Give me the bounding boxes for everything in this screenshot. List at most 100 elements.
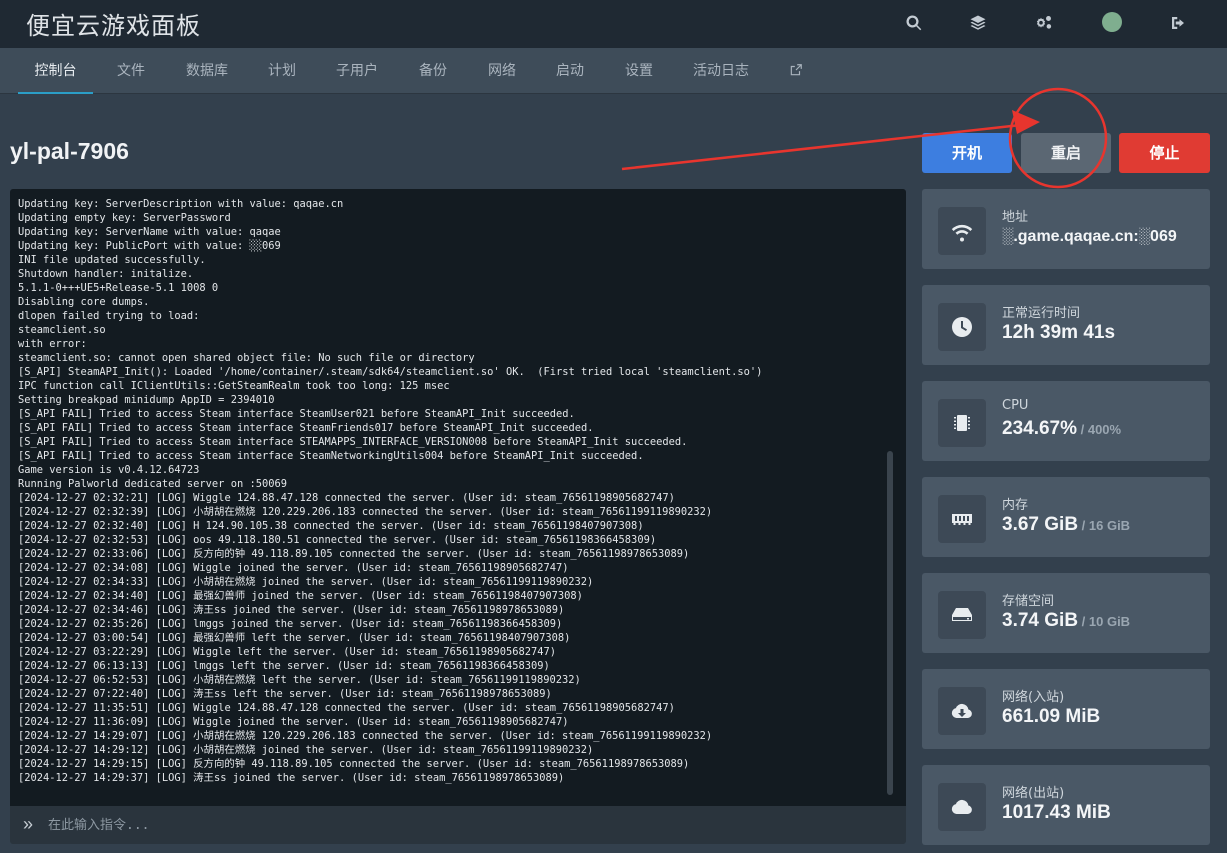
stat-value-limit: / 16 GiB — [1078, 518, 1131, 533]
console-line: Running Palworld dedicated server on :50… — [18, 478, 287, 490]
clock-icon — [938, 303, 986, 351]
console-line: Game version is v0.4.12.64723 — [18, 464, 200, 476]
console-line: dlopen failed trying to load: — [18, 310, 200, 322]
console-line: [S_API FAIL] Tried to access Steam inter… — [18, 408, 575, 420]
console-line: Shutdown handler: initalize. — [18, 268, 194, 280]
stat-label: 内存 — [1002, 498, 1029, 513]
console-line: INI file updated successfully. — [18, 254, 206, 266]
command-bar: » — [10, 806, 906, 844]
restart-button[interactable]: 重启 — [1021, 133, 1111, 173]
cloud-upload-icon — [938, 783, 986, 831]
wifi-icon — [938, 207, 986, 255]
console-line: [2024-12-27 02:34:40] [LOG] 最强幻兽师 joined… — [18, 590, 583, 602]
console-line: [2024-12-27 07:22:40] [LOG] 涛王ss left th… — [18, 688, 552, 700]
search-icon[interactable] — [901, 10, 927, 36]
console-line: [S_API FAIL] Tried to access Steam inter… — [18, 450, 644, 462]
console-log: Updating key: ServerDescription with val… — [18, 197, 878, 785]
console-line: with error: — [18, 338, 87, 350]
console-line: Setting breakpad minidump AppID = 239401… — [18, 394, 275, 406]
avatar[interactable] — [1102, 12, 1122, 32]
logout-icon[interactable] — [1165, 10, 1191, 36]
tab-network[interactable]: 网络 — [479, 48, 525, 94]
layers-icon[interactable] — [965, 10, 991, 36]
console-line: [2024-12-27 03:00:54] [LOG] 最强幻兽师 left t… — [18, 632, 571, 644]
stat-label: 网络(入站) — [1002, 690, 1065, 705]
annotation-arrow-head — [1012, 110, 1040, 134]
app-title[interactable]: 便宜云游戏面板 — [26, 6, 201, 41]
console-line: steamclient.so: cannot open shared objec… — [18, 352, 475, 364]
console-line: [S_API FAIL] Tried to access Steam inter… — [18, 436, 688, 448]
console-line: IPC function call IClientUtils::GetSteam… — [18, 380, 450, 392]
command-input[interactable] — [48, 814, 888, 836]
chevrons-right-icon: » — [23, 814, 34, 834]
stat-label: 正常运行时间 — [1002, 306, 1081, 321]
console-line: [S_API FAIL] Tried to access Steam inter… — [18, 422, 594, 434]
stat-value: 12h 39m 41s — [1002, 322, 1116, 343]
cogs-icon[interactable] — [1031, 10, 1057, 36]
stat-value-limit: / 400% — [1077, 422, 1122, 437]
console-line: Updating key: PublicPort with value: ░░0… — [18, 240, 281, 252]
external-link-icon[interactable] — [789, 63, 805, 79]
tab-backups[interactable]: 备份 — [410, 48, 456, 94]
server-tabs: 控制台 文件 数据库 计划 子用户 备份 网络 启动 设置 活动日志 — [0, 48, 1227, 94]
start-button[interactable]: 开机 — [922, 133, 1012, 173]
console-line: [2024-12-27 06:52:53] [LOG] 小胡胡在燃烧 left … — [18, 674, 581, 686]
console-line: [2024-12-27 11:36:09] [LOG] Wiggle joine… — [18, 716, 569, 728]
stat-value-main: 3.67 GiB — [1002, 514, 1079, 535]
cloud-download-icon — [938, 687, 986, 735]
tab-subusers[interactable]: 子用户 — [328, 48, 386, 94]
console-line: Disabling core dumps. — [18, 296, 150, 308]
server-name: yl-pal-7906 — [10, 138, 129, 164]
console-line: [2024-12-27 03:22:29] [LOG] Wiggle left … — [18, 646, 556, 658]
stat-card-cpu: CPU 234.67% / 400% — [922, 381, 1210, 461]
console-line: Updating key: ServerName with value: qaq… — [18, 226, 281, 238]
stat-card-network-in: 网络(入站) 661.09 MiB — [922, 669, 1210, 749]
tab-activity-log[interactable]: 活动日志 — [684, 48, 758, 94]
console-line: 5.1.1-0+++UE5+Release-5.1 1008 0 — [18, 282, 219, 294]
console-line: [2024-12-27 02:34:46] [LOG] 涛王ss joined … — [18, 604, 565, 616]
console-line: [2024-12-27 14:29:15] [LOG] 反方向的钟 49.118… — [18, 758, 690, 770]
console-line: Updating key: ServerDescription with val… — [18, 198, 344, 210]
stat-value-limit: / 10 GiB — [1078, 614, 1131, 629]
stat-card-memory: 内存 3.67 GiB / 16 GiB — [922, 477, 1210, 557]
console-scrollbar[interactable] — [887, 451, 893, 795]
hdd-icon — [938, 591, 986, 639]
stat-value: 1017.43 MiB — [1002, 802, 1111, 823]
console-line: [2024-12-27 02:33:06] [LOG] 反方向的钟 49.118… — [18, 548, 690, 560]
console-line: [2024-12-27 02:32:21] [LOG] Wiggle 124.8… — [18, 492, 675, 504]
console-line: [2024-12-27 02:35:26] [LOG] lmggs joined… — [18, 618, 563, 630]
tab-console[interactable]: 控制台 — [18, 48, 93, 94]
stat-card-storage: 存储空间 3.74 GiB / 10 GiB — [922, 573, 1210, 653]
stat-card-uptime: 正常运行时间 12h 39m 41s — [922, 285, 1210, 365]
console-line: [S_API] SteamAPI_Init(): Loaded '/home/c… — [18, 366, 763, 378]
stat-value: 3.74 GiB / 10 GiB — [1002, 610, 1130, 632]
tab-schedules[interactable]: 计划 — [259, 48, 305, 94]
console-output[interactable]: Updating key: ServerDescription with val… — [10, 189, 906, 806]
console-line: [2024-12-27 02:34:33] [LOG] 小胡胡在燃烧 joine… — [18, 576, 594, 588]
tab-settings[interactable]: 设置 — [616, 48, 662, 94]
console-line: steamclient.so — [18, 324, 106, 336]
console-line: [2024-12-27 14:29:07] [LOG] 小胡胡在燃烧 120.2… — [18, 730, 713, 742]
stat-value: 661.09 MiB — [1002, 706, 1101, 727]
stat-value-main: 234.67% — [1002, 418, 1078, 439]
stat-label: 地址 — [1002, 210, 1029, 225]
stat-value-main: 3.74 GiB — [1002, 610, 1079, 631]
console-line: [2024-12-27 06:13:13] [LOG] lmggs left t… — [18, 660, 550, 672]
tab-startup[interactable]: 启动 — [547, 48, 593, 94]
tab-files[interactable]: 文件 — [108, 48, 154, 94]
console-line: [2024-12-27 02:34:08] [LOG] Wiggle joine… — [18, 562, 569, 574]
stop-button[interactable]: 停止 — [1119, 133, 1210, 173]
console-line: [2024-12-27 11:35:51] [LOG] Wiggle 124.8… — [18, 702, 675, 714]
memory-icon — [938, 495, 986, 543]
stat-label: 存储空间 — [1002, 594, 1055, 609]
stat-label: CPU — [1002, 398, 1029, 413]
tab-databases[interactable]: 数据库 — [178, 48, 236, 94]
stat-card-network-out: 网络(出站) 1017.43 MiB — [922, 765, 1210, 845]
stat-card-address: 地址 ░.game.qaqae.cn:░069 — [922, 189, 1210, 269]
stat-label: 网络(出站) — [1002, 786, 1065, 801]
cpu-icon — [938, 399, 986, 447]
console-line: [2024-12-27 14:29:12] [LOG] 小胡胡在燃烧 joine… — [18, 744, 594, 756]
stat-value[interactable]: ░.game.qaqae.cn:░069 — [1002, 228, 1177, 246]
console-line: Updating empty key: ServerPassword — [18, 212, 231, 224]
console-line: [2024-12-27 14:29:37] [LOG] 涛王ss joined … — [18, 772, 565, 784]
